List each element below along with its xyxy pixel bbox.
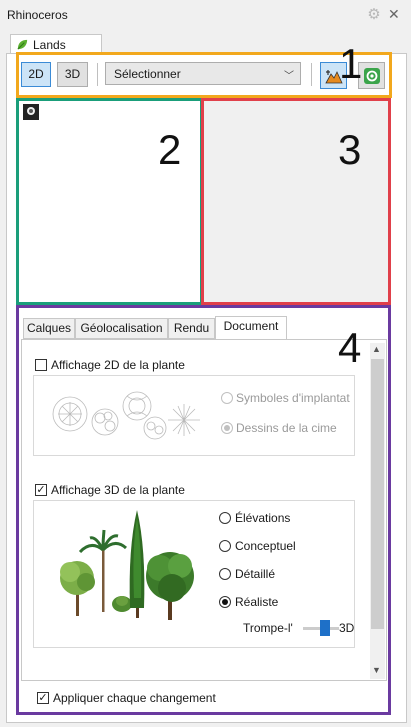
window-title: Rhinoceros <box>7 8 68 22</box>
leaf-icon <box>17 39 28 50</box>
close-icon[interactable]: ✕ <box>388 6 400 23</box>
window-titlebar: Rhinoceros ⚙ ✕ <box>0 0 411 30</box>
annotation-box-1 <box>16 52 392 98</box>
annotation-number-2: 2 <box>158 126 182 173</box>
annotation-box-4 <box>16 305 391 715</box>
gear-icon[interactable]: ⚙ <box>366 7 382 23</box>
annotation-number-4: 4 <box>338 324 362 371</box>
annotation-box-3 <box>201 98 391 305</box>
annotation-number-1: 1 <box>339 40 363 87</box>
annotation-number-3: 3 <box>338 126 362 173</box>
